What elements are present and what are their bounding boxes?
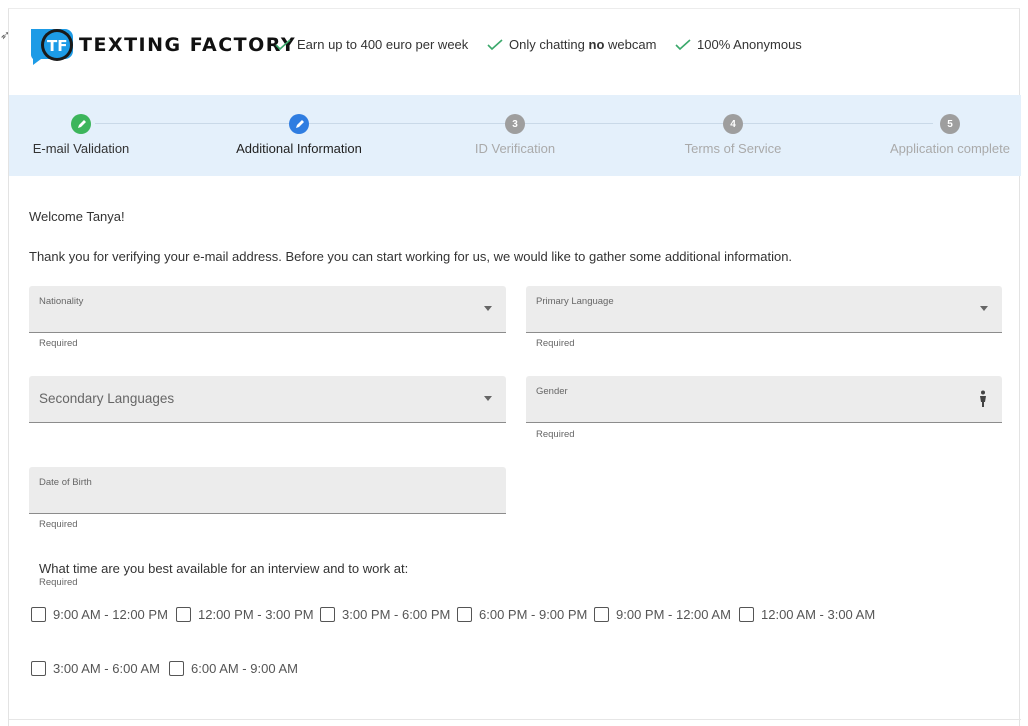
availability-hint: Required (39, 577, 78, 588)
perk-no-webcam-text: Only chatting no webcam (509, 37, 657, 52)
slot-checkbox-12am-3am[interactable]: 12:00 AM - 3:00 AM (739, 607, 875, 622)
gender-select[interactable]: Gender (526, 376, 1002, 423)
dropdown-arrow-icon (980, 306, 988, 311)
slot-checkbox-9pm-12am[interactable]: 9:00 PM - 12:00 AM (594, 607, 731, 622)
step-application-complete: 5 Application complete (850, 114, 1028, 156)
slot-checkbox-3am-6am[interactable]: 3:00 AM - 6:00 AM (31, 661, 160, 676)
field-label: Nationality (39, 296, 84, 307)
field-label: Date of Birth (39, 477, 92, 488)
field-hint: Required (39, 338, 78, 349)
header: TF TEXTING FACTORY Earn up to 400 euro p… (9, 9, 1021, 95)
perk-anonymous-text: 100% Anonymous (697, 37, 802, 52)
slot-label: 12:00 PM - 3:00 PM (198, 607, 314, 622)
checkmark-icon (675, 38, 691, 50)
checkmark-icon (487, 38, 503, 50)
perk-no-webcam: Only chatting no webcam (487, 37, 656, 52)
field-hint: Required (39, 519, 78, 530)
application-card: TF TEXTING FACTORY Earn up to 400 euro p… (8, 8, 1021, 726)
progress-stepper: E-mail Validation Additional Information… (9, 95, 1021, 176)
pencil-icon (71, 114, 91, 134)
primary-language-select[interactable]: Primary Language (526, 286, 1002, 333)
checkmark-icon (275, 38, 291, 50)
texting-factory-logo-icon: TF (31, 29, 73, 65)
person-icon (980, 390, 986, 407)
checkbox-icon[interactable] (176, 607, 191, 622)
perk-earnings: Earn up to 400 euro per week (275, 37, 468, 52)
slot-checkbox-9am-12pm[interactable]: 9:00 AM - 12:00 PM (31, 607, 168, 622)
availability-question: What time are you best available for an … (39, 561, 409, 576)
secondary-languages-select[interactable]: Secondary Languages (29, 376, 506, 423)
checkbox-icon[interactable] (594, 607, 609, 622)
slot-label: 9:00 AM - 12:00 PM (53, 607, 168, 622)
brand-name: TEXTING FACTORY (79, 34, 297, 56)
checkbox-icon[interactable] (169, 661, 184, 676)
nationality-select[interactable]: Nationality (29, 286, 506, 333)
field-hint: Required (536, 338, 575, 349)
field-hint: Required (536, 429, 575, 440)
field-placeholder: Secondary Languages (39, 391, 175, 406)
slot-checkbox-6pm-9pm[interactable]: 6:00 PM - 9:00 PM (457, 607, 587, 622)
slot-checkbox-3pm-6pm[interactable]: 3:00 PM - 6:00 PM (320, 607, 450, 622)
step-label: Additional Information (236, 141, 362, 156)
field-label: Gender (536, 386, 568, 397)
step-label: Terms of Service (684, 141, 782, 156)
step-terms-of-service: 4 Terms of Service (633, 114, 833, 156)
step-id-verification: 3 ID Verification (415, 114, 615, 156)
step-number-badge: 5 (940, 114, 960, 134)
slot-label: 3:00 AM - 6:00 AM (53, 661, 160, 676)
slot-label: 6:00 PM - 9:00 PM (479, 607, 588, 622)
step-number-badge: 4 (723, 114, 743, 134)
step-label: E-mail Validation (32, 141, 130, 156)
slot-label: 12:00 AM - 3:00 AM (761, 607, 876, 622)
step-email-validation: E-mail Validation (0, 114, 181, 156)
dropdown-arrow-icon (484, 396, 492, 401)
step-additional-information: Additional Information (199, 114, 399, 156)
step-label: Application complete (890, 141, 1010, 156)
slot-label: 3:00 PM - 6:00 PM (342, 607, 451, 622)
section-divider (9, 719, 1021, 720)
checkbox-icon[interactable] (739, 607, 754, 622)
svg-text:TF: TF (47, 37, 67, 55)
dropdown-arrow-icon (484, 306, 492, 311)
pencil-icon (289, 114, 309, 134)
checkbox-icon[interactable] (457, 607, 472, 622)
slot-label: 6:00 AM - 9:00 AM (191, 661, 298, 676)
date-of-birth-field[interactable]: Date of Birth (29, 467, 506, 514)
checkbox-icon[interactable] (31, 661, 46, 676)
perk-earnings-text: Earn up to 400 euro per week (297, 37, 469, 52)
checkbox-icon[interactable] (31, 607, 46, 622)
step-label: ID Verification (474, 141, 556, 156)
slot-checkbox-6am-9am[interactable]: 6:00 AM - 9:00 AM (169, 661, 298, 676)
step-number-badge: 3 (505, 114, 525, 134)
intro-text: Thank you for verifying your e-mail addr… (29, 249, 793, 264)
perk-anonymous: 100% Anonymous (675, 37, 802, 52)
slot-checkbox-12pm-3pm[interactable]: 12:00 PM - 3:00 PM (176, 607, 314, 622)
field-label: Primary Language (536, 296, 614, 307)
checkbox-icon[interactable] (320, 607, 335, 622)
slot-label: 9:00 PM - 12:00 AM (616, 607, 731, 622)
welcome-message: Welcome Tanya! (29, 209, 125, 224)
